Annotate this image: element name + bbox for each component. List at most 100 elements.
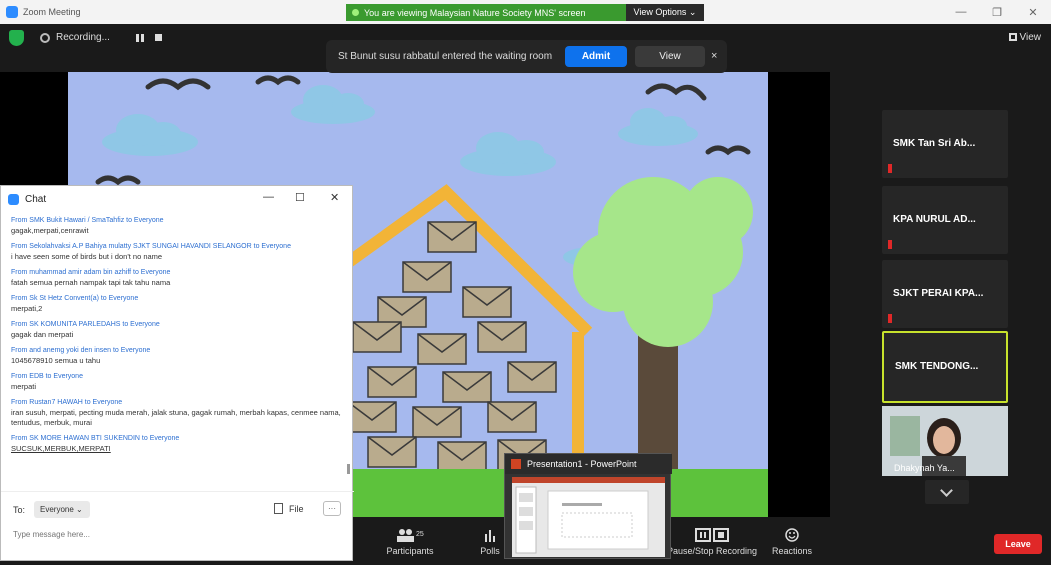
powerpoint-icon (511, 459, 521, 469)
close-icon[interactable]: × (711, 50, 717, 62)
zoom-chat-icon (8, 193, 19, 205)
participant-name: SMK TENDONG... (895, 361, 979, 372)
participant-name: SJKT PERAI KPA... (893, 288, 984, 299)
participant-tile[interactable]: KPA NURUL AD... (882, 186, 1008, 254)
waiting-room-notification: St Bunut susu rabbatul entered the waiti… (326, 40, 727, 73)
chat-message-sender: From Sekolahvaksi A.P Bahiya mulatty SJK… (11, 243, 291, 250)
chat-message: From SMK Bukit Hawari / SmaTahfiz to Eve… (11, 216, 346, 236)
pause-stop-recording-button[interactable]: Pause/Stop Recording (662, 517, 762, 565)
waiting-room-message: St Bunut susu rabbatul entered the waiti… (338, 51, 553, 62)
file-icon (274, 503, 283, 514)
powerpoint-title-bar: Presentation1 - PowerPoint (505, 454, 672, 474)
chat-message-input[interactable] (13, 525, 343, 543)
muted-mic-icon (888, 240, 892, 249)
pause-recording-icon[interactable] (136, 34, 144, 42)
leave-button[interactable]: Leave (994, 534, 1042, 554)
chat-message: From SK MORE HAWAN BTI SUKENDIN to Every… (11, 434, 346, 454)
chat-message: From SK KOMUNITA PARLEDAHS to Everyone g… (11, 320, 346, 340)
chevron-down-icon[interactable] (925, 480, 969, 504)
share-banner-text: You are viewing Malaysian Nature Society… (364, 7, 586, 18)
participants-label: Participants (386, 546, 434, 556)
grid-view-icon (1008, 33, 1017, 41)
powerpoint-preview-image (512, 477, 665, 554)
chat-message-sender: From SK KOMUNITA PARLEDAHS to Everyone (11, 321, 160, 328)
participant-tile[interactable]: SMK Tan Sri Ab... (882, 110, 1008, 178)
powerpoint-preview (512, 477, 665, 557)
minimize-icon[interactable]: — (943, 0, 979, 24)
chat-message-text: gagak dan merpati (11, 330, 74, 339)
chat-message-text: fatah semua pernah nampak tapi tak tahu … (11, 278, 171, 287)
participant-name: SMK Tan Sri Ab... (893, 138, 976, 149)
chat-message-sender: From muhammad amir adam bin azhiff to Ev… (11, 269, 171, 276)
powerpoint-title: Presentation1 - PowerPoint (527, 459, 637, 469)
view-options-button[interactable]: View Options ⌄ (626, 4, 704, 21)
chat-message-sender: From SK MORE HAWAN BTI SUKENDIN to Every… (11, 435, 180, 442)
more-options-button[interactable]: ··· (323, 501, 341, 516)
minimize-icon[interactable]: — (263, 191, 274, 203)
reactions-label: Reactions (771, 546, 813, 556)
chat-scrollbar[interactable] (347, 464, 350, 474)
reactions-button[interactable]: Reactions (768, 517, 816, 565)
zoom-logo-icon (6, 6, 18, 18)
chat-window: Chat — ☐ ✕ From SMK Bukit Hawari / SmaTa… (0, 185, 354, 561)
window-title: Zoom Meeting (23, 7, 81, 17)
chat-title: Chat (25, 193, 47, 205)
active-speaker-tile[interactable]: SMK TENDONG... (882, 331, 1008, 403)
file-button[interactable]: File (274, 503, 304, 514)
participant-video-tile[interactable]: Dhakynah Ya... (882, 406, 1008, 476)
view-waiting-room-button[interactable]: View (635, 46, 705, 67)
recipient-label: To: (13, 505, 26, 515)
chat-message-text: i have seen some of birds but i don't no… (11, 252, 163, 261)
participant-gallery: SMK Tan Sri Ab... KPA NURUL AD... SJKT P… (845, 52, 1051, 565)
recipient-dropdown[interactable]: Everyone ⌄ (34, 501, 90, 518)
view-button[interactable]: View (1008, 32, 1042, 43)
chat-message-sender: From Rustan7 HAWAH to Everyone (11, 399, 123, 406)
polls-button[interactable]: Polls (478, 517, 502, 565)
chat-message: From Sekolahvaksi A.P Bahiya mulatty SJK… (11, 242, 346, 262)
recording-control-label: Pause/Stop Recording (666, 546, 758, 556)
chat-message-text: merpati,2 (11, 304, 43, 313)
chat-message-list: From SMK Bukit Hawari / SmaTahfiz to Eve… (11, 216, 346, 460)
chat-message-sender: From Sk St Hetz Convent(a) to Everyone (11, 295, 139, 302)
reactions-icon (785, 528, 799, 542)
chat-message: From and anemg yoki den insen to Everyon… (11, 346, 346, 366)
screen-share-banner: You are viewing Malaysian Nature Society… (346, 4, 626, 21)
chat-message-text: gagak,merpati,cenrawit (11, 226, 89, 235)
admit-button[interactable]: Admit (565, 46, 627, 67)
chat-message: From EDB to Everyone merpati (11, 372, 346, 392)
participants-button[interactable]: 257 Participants (380, 517, 440, 565)
chat-title-bar: Chat — ☐ ✕ (1, 186, 354, 212)
chat-message-sender: From EDB to Everyone (11, 373, 83, 380)
participant-name: KPA NURUL AD... (893, 214, 976, 225)
powerpoint-window-thumbnail[interactable]: Presentation1 - PowerPoint (504, 453, 672, 559)
chat-message-text: merpati (11, 382, 37, 391)
participant-tile[interactable]: SJKT PERAI KPA... (882, 260, 1008, 328)
polls-icon (485, 530, 495, 542)
muted-mic-icon (888, 314, 892, 323)
close-window-icon[interactable]: ✕ (1015, 0, 1051, 24)
chat-message: From Rustan7 HAWAH to Everyone iran susu… (11, 398, 346, 428)
chat-compose-area: To: Everyone ⌄ File ··· (1, 491, 354, 561)
chat-message-text: iran susuh, merpati, pecting muda merah,… (11, 408, 341, 427)
sharing-indicator-icon (352, 9, 359, 16)
zoom-window: Zoom Meeting — ❐ ✕ You are viewing Malay… (0, 0, 1051, 565)
chat-message-text: 1045678910 semua u tahu (11, 356, 101, 365)
participant-name: Dhakynah Ya... (894, 463, 955, 473)
chat-message: From Sk St Hetz Convent(a) to Everyone m… (11, 294, 346, 314)
file-button-label: File (289, 504, 304, 514)
security-shield-icon[interactable] (9, 30, 24, 46)
stop-recording-icon[interactable] (155, 34, 162, 41)
pause-stop-icon (695, 528, 729, 542)
chat-message-text: SUCSUK,MERBUK,MERPATI (11, 444, 111, 453)
participants-icon: 257 (397, 529, 424, 542)
recording-label: Recording... (56, 32, 110, 43)
maximize-icon[interactable]: ❐ (979, 0, 1015, 24)
chat-message: From muhammad amir adam bin azhiff to Ev… (11, 268, 346, 288)
view-button-label: View (1019, 32, 1042, 43)
muted-mic-icon (888, 164, 892, 173)
close-icon[interactable]: ✕ (330, 191, 339, 204)
chat-message-sender: From SMK Bukit Hawari / SmaTahfiz to Eve… (11, 217, 164, 224)
maximize-icon[interactable]: ☐ (295, 191, 305, 204)
recording-icon (40, 33, 50, 43)
participants-count: 257 (416, 531, 424, 538)
